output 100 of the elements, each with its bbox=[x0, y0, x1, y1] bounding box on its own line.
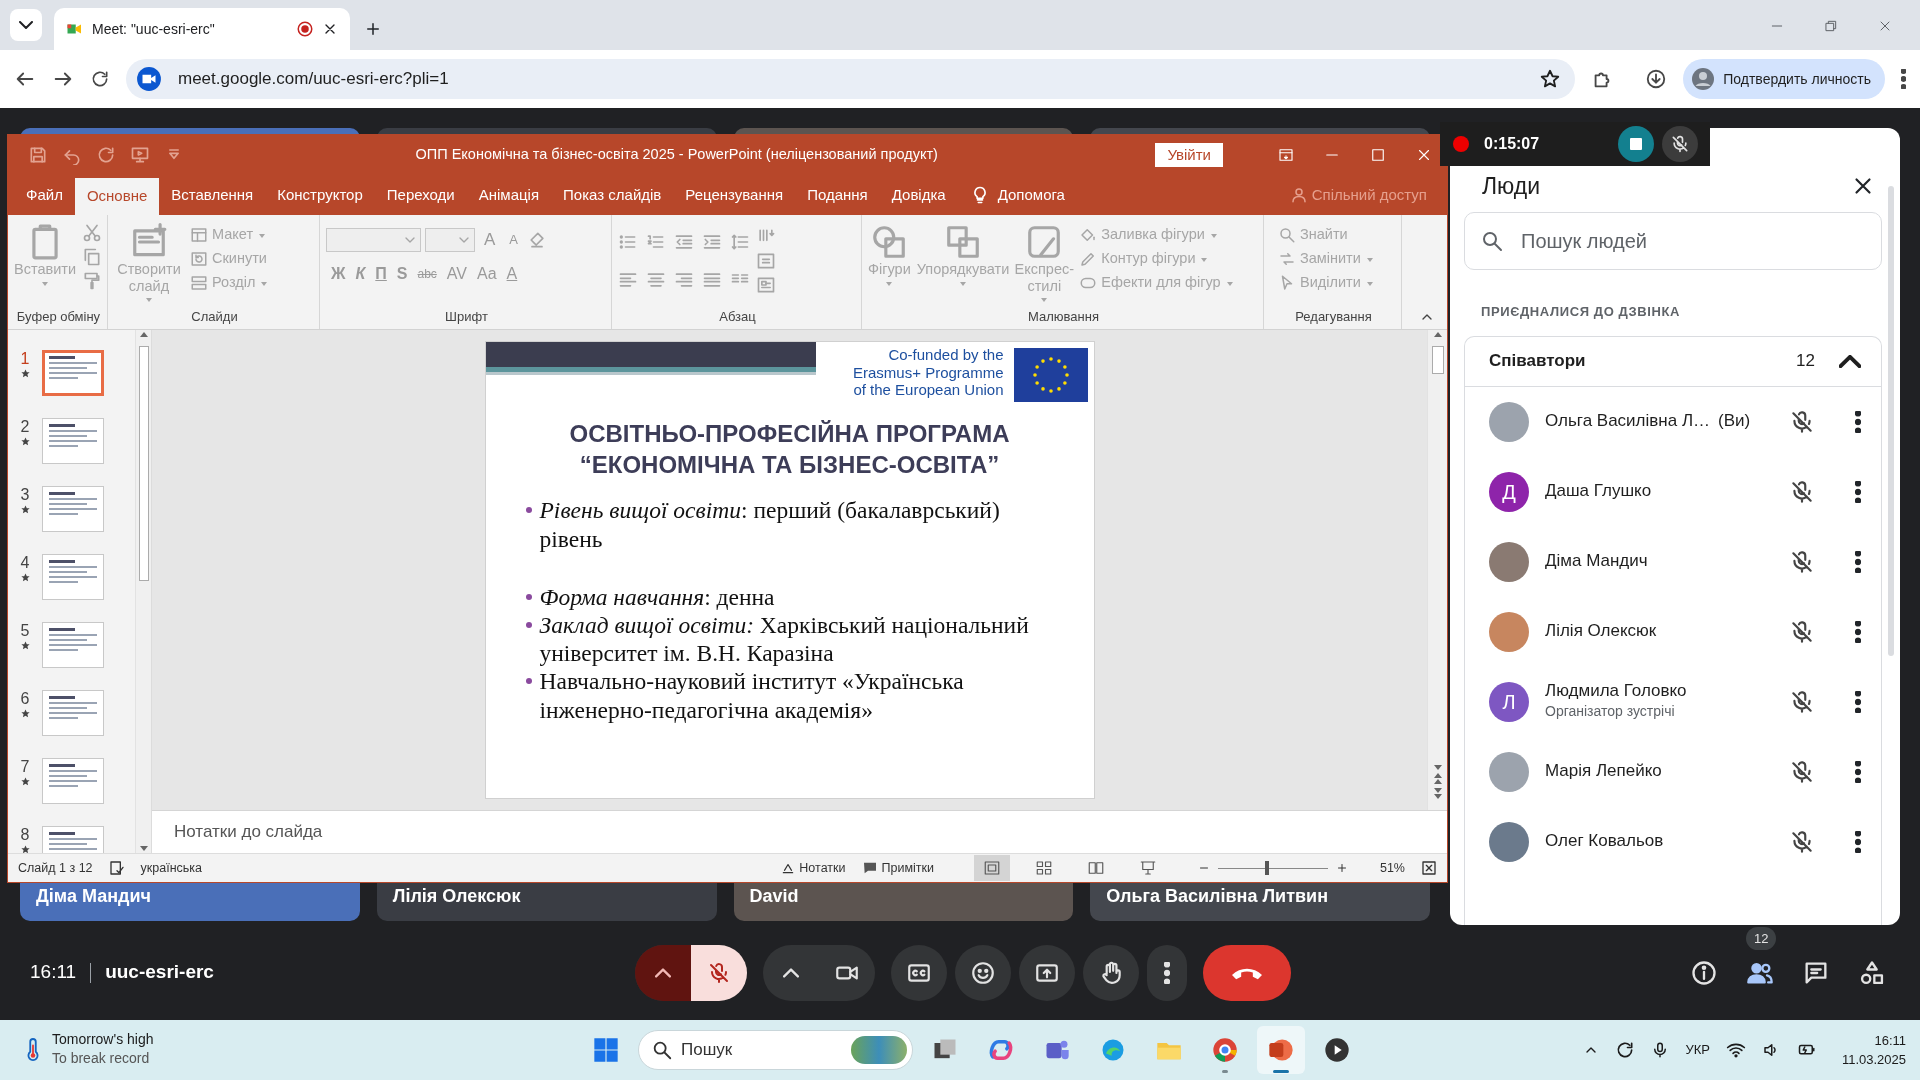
ribbon-button[interactable]: Вставити bbox=[14, 219, 76, 307]
ribbon-tab[interactable]: Показ слайдів bbox=[551, 178, 674, 212]
format-button[interactable]: abc bbox=[412, 261, 442, 287]
format-button[interactable]: Ж bbox=[326, 261, 351, 287]
share-button[interactable]: Спільний доступ bbox=[1289, 178, 1427, 212]
mic-off-icon[interactable] bbox=[1789, 478, 1815, 505]
ribbon-tab[interactable]: Вставлення bbox=[159, 178, 266, 212]
slide-thumbnail[interactable] bbox=[42, 418, 104, 464]
font-size-button[interactable]: A bbox=[479, 227, 501, 253]
more-options-icon[interactable] bbox=[1855, 620, 1861, 643]
font-size-field[interactable] bbox=[425, 228, 475, 252]
fit-slide-icon[interactable] bbox=[1421, 860, 1437, 876]
stop-recording-button[interactable] bbox=[1618, 126, 1654, 162]
slide-sorter-icon[interactable] bbox=[1034, 859, 1053, 877]
scrollbar-thumb[interactable] bbox=[1431, 346, 1444, 374]
more-options-icon[interactable] bbox=[1855, 550, 1861, 573]
font-size-button[interactable]: A bbox=[504, 227, 523, 253]
ribbon-tab[interactable]: Подання bbox=[795, 178, 880, 212]
format-button[interactable]: Aa bbox=[472, 261, 502, 287]
scrollbar-thumb[interactable] bbox=[1888, 186, 1894, 656]
bookmark-star-icon[interactable] bbox=[1539, 68, 1562, 90]
microphone-button[interactable] bbox=[691, 944, 747, 1001]
slideshow-icon[interactable] bbox=[1138, 859, 1157, 877]
next-slide-icon[interactable] bbox=[1432, 786, 1443, 800]
zoom-in-icon[interactable] bbox=[1335, 862, 1348, 874]
more-options-icon[interactable] bbox=[1855, 410, 1861, 433]
comments-button[interactable]: Примітки bbox=[861, 858, 934, 878]
ribbon-display-icon[interactable] bbox=[1277, 146, 1295, 164]
ribbon-tab[interactable]: Основне bbox=[74, 178, 160, 215]
more-options-button[interactable] bbox=[1147, 944, 1187, 1001]
slide-thumbnail[interactable] bbox=[42, 350, 104, 396]
ribbon-command[interactable]: Заливка фігури bbox=[1079, 223, 1235, 247]
menu-icon[interactable] bbox=[1901, 69, 1906, 89]
format-button[interactable]: A bbox=[501, 261, 523, 287]
download-icon[interactable] bbox=[1645, 68, 1668, 90]
more-options-icon[interactable] bbox=[1855, 830, 1861, 853]
address-bar[interactable]: meet.google.com/uuc-esri-erc?pli=1 bbox=[126, 59, 1576, 99]
search-field[interactable]: Пошук людей bbox=[1464, 212, 1882, 270]
maximize-icon[interactable] bbox=[1369, 146, 1387, 164]
mic-off-icon[interactable] bbox=[1789, 758, 1815, 785]
format-button[interactable]: П bbox=[370, 261, 392, 287]
tab-list-button[interactable] bbox=[10, 9, 42, 41]
mute-button[interactable] bbox=[1662, 126, 1698, 162]
ribbon-tab[interactable]: Переходи bbox=[374, 178, 467, 212]
previous-slide-icon[interactable] bbox=[1432, 772, 1443, 786]
reading-view-icon[interactable] bbox=[1086, 859, 1105, 877]
spelling-check-icon[interactable] bbox=[108, 860, 125, 876]
scroll-down-icon[interactable] bbox=[1432, 762, 1443, 772]
scrollbar-thumb[interactable] bbox=[138, 346, 149, 581]
mic-off-icon[interactable] bbox=[1789, 618, 1815, 645]
ribbon-button[interactable]: Експрес-стилі bbox=[1015, 219, 1074, 307]
ribbon-command[interactable]: Ефекти для фігур bbox=[1079, 271, 1235, 295]
chevron-icon[interactable] bbox=[1839, 354, 1861, 368]
taskbar-app[interactable] bbox=[1257, 1026, 1305, 1074]
ribbon-command[interactable]: Замінити bbox=[1278, 247, 1375, 271]
slide-thumbnail[interactable] bbox=[42, 554, 104, 600]
slide-thumbnail[interactable] bbox=[42, 622, 104, 668]
save-icon[interactable] bbox=[28, 145, 48, 165]
more-options-icon[interactable] bbox=[1855, 690, 1861, 713]
restore-icon[interactable] bbox=[1823, 18, 1839, 34]
more-options-icon[interactable] bbox=[1855, 480, 1861, 503]
ribbon-command[interactable]: Макет bbox=[190, 223, 270, 247]
sync-icon[interactable] bbox=[1615, 1040, 1636, 1060]
ribbon-button[interactable]: Створити слайд bbox=[114, 219, 184, 307]
format-button[interactable]: AV bbox=[441, 261, 472, 287]
scrollbar[interactable] bbox=[135, 330, 151, 853]
ribbon-command[interactable]: Виділити bbox=[1278, 271, 1375, 295]
ribbon-tab[interactable]: Довідка bbox=[879, 178, 958, 212]
ribbon-command[interactable]: Скинути bbox=[190, 247, 270, 271]
slide-thumbnail[interactable] bbox=[42, 486, 104, 532]
more-options-icon[interactable] bbox=[1855, 760, 1861, 783]
tell-me-search[interactable]: Допомога bbox=[969, 178, 1065, 212]
format-button[interactable]: S bbox=[391, 261, 413, 287]
verify-identity-button[interactable]: Подтвердить личность bbox=[1683, 59, 1885, 99]
group-header[interactable]: Співавтори 12 bbox=[1465, 336, 1881, 387]
browser-tab[interactable]: Meet: "uuc-esri-erc" bbox=[54, 8, 350, 50]
ribbon-button[interactable]: Упорядкувати bbox=[916, 219, 1010, 307]
mic-off-icon[interactable] bbox=[1789, 688, 1815, 715]
zoom-slider-thumb[interactable] bbox=[1265, 860, 1270, 875]
sign-in-button[interactable]: Увійти bbox=[1155, 143, 1223, 167]
slide-thumbnail[interactable] bbox=[42, 758, 104, 804]
slide-thumbnail[interactable] bbox=[42, 690, 104, 736]
ribbon-button[interactable]: Фігури bbox=[868, 219, 911, 307]
format-button[interactable]: К bbox=[350, 261, 371, 287]
new-tab-icon[interactable] bbox=[364, 20, 382, 38]
ribbon-command[interactable]: Знайти bbox=[1278, 223, 1375, 247]
reload-icon[interactable] bbox=[90, 69, 110, 89]
ribbon-tab[interactable]: Файл bbox=[14, 178, 75, 212]
scroll-up-icon[interactable] bbox=[138, 330, 149, 340]
mic-off-icon[interactable] bbox=[1789, 548, 1815, 575]
mic-off-icon[interactable] bbox=[1789, 408, 1815, 435]
mic-off-icon[interactable] bbox=[1789, 828, 1815, 855]
ribbon-command[interactable]: Розділ bbox=[190, 271, 270, 295]
scroll-up-icon[interactable] bbox=[1432, 330, 1443, 340]
redo-icon[interactable] bbox=[96, 145, 116, 165]
ribbon-command[interactable]: Контур фігури bbox=[1079, 247, 1235, 271]
ribbon-tab[interactable]: Конструктор bbox=[265, 178, 375, 212]
scrollbar[interactable] bbox=[1427, 330, 1447, 810]
notes-button[interactable]: Нотатки bbox=[781, 858, 846, 878]
ribbon-tab[interactable]: Рецензування bbox=[673, 178, 796, 212]
